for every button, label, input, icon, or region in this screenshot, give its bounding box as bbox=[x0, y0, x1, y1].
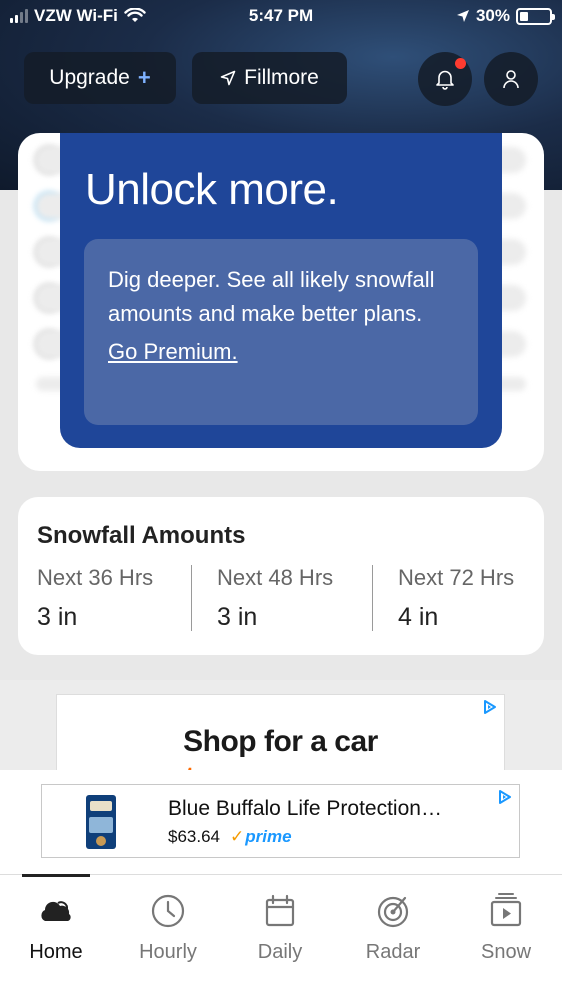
dog-food-bag-image bbox=[86, 795, 116, 849]
location-arrow-icon bbox=[220, 70, 236, 86]
bottom-tab-bar: Home Hourly Daily Radar Snow bbox=[0, 874, 562, 1000]
tab-hourly[interactable]: Hourly bbox=[112, 875, 224, 975]
battery-percent: 30% bbox=[475, 6, 510, 25]
tab-label: Daily bbox=[257, 941, 303, 963]
tab-radar[interactable]: Radar bbox=[337, 875, 449, 975]
period-value: 3 in bbox=[37, 603, 78, 631]
location-label: Fillmore bbox=[244, 66, 319, 89]
prime-check-icon: ✓ bbox=[230, 827, 245, 846]
notification-badge bbox=[455, 58, 466, 69]
column-divider bbox=[372, 565, 373, 631]
upgrade-label: Upgrade bbox=[49, 66, 130, 89]
plus-icon: + bbox=[137, 65, 151, 90]
snowfall-period: Next 48 Hrs 3 in bbox=[217, 565, 392, 633]
column-divider bbox=[191, 565, 192, 631]
premium-body: Dig deeper. See all likely snowfall amou… bbox=[108, 267, 435, 326]
tab-label: Radar bbox=[365, 941, 421, 963]
tab-daily[interactable]: Daily bbox=[224, 875, 336, 975]
snowfall-title: Snowfall Amounts bbox=[37, 522, 246, 549]
calendar-icon bbox=[265, 894, 295, 927]
tab-label: Snow bbox=[480, 941, 532, 963]
tab-label: Hourly bbox=[139, 941, 197, 963]
period-label: Next 36 Hrs bbox=[37, 565, 154, 590]
period-value: 4 in bbox=[398, 603, 439, 631]
premium-title: Unlock more. bbox=[85, 165, 339, 214]
premium-upsell-card: Unlock more. Dig deeper. See all likely … bbox=[60, 133, 502, 448]
status-bar: VZW Wi-Fi 5:47 PM 30% bbox=[0, 0, 562, 32]
profile-button[interactable] bbox=[484, 52, 538, 106]
tab-home[interactable]: Home bbox=[0, 875, 112, 975]
product-name: Blue Buffalo Life Protection… bbox=[168, 797, 442, 820]
car-ad-banner[interactable]: Shop for a car at your own pace bbox=[56, 694, 505, 770]
snowfall-period: Next 36 Hrs 3 in bbox=[37, 565, 212, 633]
tab-snow[interactable]: Snow bbox=[450, 875, 562, 975]
prime-label: prime bbox=[245, 827, 292, 846]
tab-label: Home bbox=[29, 941, 83, 963]
snowfall-period: Next 72 Hrs 4 in bbox=[398, 565, 562, 633]
prime-badge: ✓prime bbox=[230, 827, 292, 847]
period-label: Next 48 Hrs bbox=[217, 565, 334, 590]
product-ad-banner[interactable]: Blue Buffalo Life Protection… $63.64 ✓pr… bbox=[41, 784, 520, 858]
product-price: $63.64 bbox=[168, 827, 220, 846]
cloud-icon bbox=[41, 901, 71, 921]
bell-icon bbox=[436, 70, 454, 90]
snowfall-amounts-card: Snowfall Amounts Next 36 Hrs 3 in Next 4… bbox=[18, 497, 544, 655]
battery-icon bbox=[516, 7, 555, 25]
user-icon bbox=[503, 70, 519, 89]
adchoices-icon[interactable] bbox=[497, 789, 513, 805]
go-premium-link[interactable]: Go Premium. bbox=[108, 339, 238, 365]
snow-video-icon bbox=[490, 893, 522, 927]
location-arrow-icon bbox=[456, 10, 469, 22]
ad-headline: Shop for a car bbox=[183, 725, 378, 758]
adchoices-icon[interactable] bbox=[482, 699, 498, 715]
premium-message-box: Dig deeper. See all likely snowfall amou… bbox=[84, 239, 478, 425]
radar-icon bbox=[377, 896, 409, 928]
clock-icon bbox=[151, 894, 185, 928]
location-button[interactable]: Fillmore bbox=[192, 52, 347, 104]
notifications-button[interactable] bbox=[418, 52, 472, 106]
car-ad-container: Shop for a car at your own pace bbox=[0, 680, 562, 770]
period-label: Next 72 Hrs bbox=[398, 565, 515, 590]
upgrade-button[interactable]: Upgrade + bbox=[24, 52, 176, 104]
period-value: 3 in bbox=[217, 603, 258, 631]
ad-subline: at your own pace bbox=[57, 761, 504, 770]
